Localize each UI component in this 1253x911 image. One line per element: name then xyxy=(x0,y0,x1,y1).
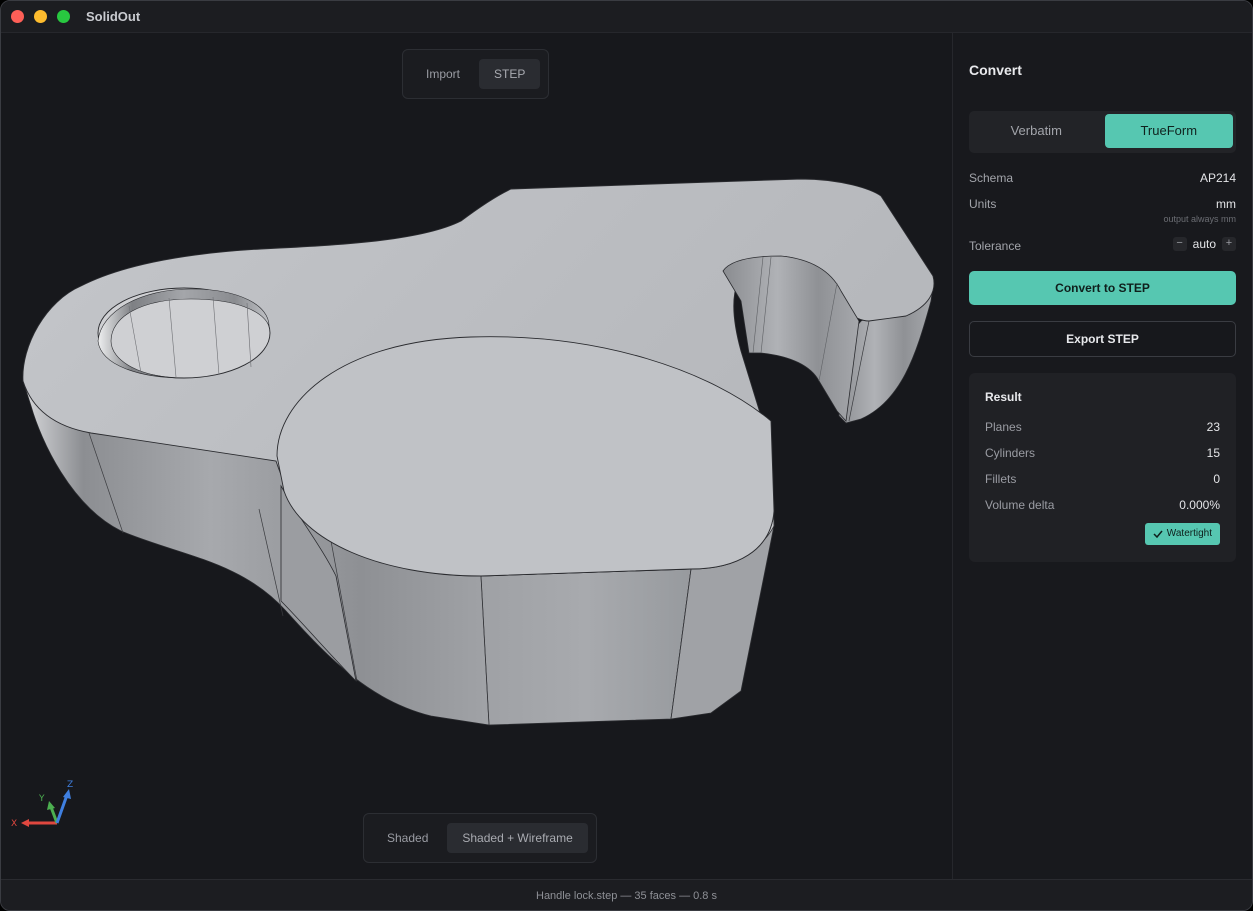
result-row-fillets: Fillets 0 xyxy=(985,472,1220,486)
result-card: Result Planes 23 Cylinders 15 Fillets 0 … xyxy=(969,373,1236,562)
result-row-volume-delta: Volume delta 0.000% xyxy=(985,498,1220,512)
close-window-button[interactable] xyxy=(11,10,24,23)
convert-panel: Convert Verbatim TrueForm Schema AP214 U… xyxy=(952,33,1252,879)
tolerance-value: auto xyxy=(1192,237,1216,251)
units-value[interactable]: mm xyxy=(1216,197,1236,211)
tolerance-decrease-button[interactable]: − xyxy=(1172,237,1187,251)
axis-z-label: Z xyxy=(67,780,73,790)
result-value: 15 xyxy=(1206,446,1220,460)
schema-row: Schema AP214 xyxy=(969,171,1236,187)
view-mode-shaded-wireframe[interactable]: Shaded + Wireframe xyxy=(447,823,588,853)
tolerance-row: Tolerance − auto + xyxy=(969,237,1236,255)
convert-to-step-button[interactable]: Convert to STEP xyxy=(969,271,1236,305)
conversion-mode-toggle: Verbatim TrueForm xyxy=(969,111,1236,153)
maximize-window-button[interactable] xyxy=(57,10,70,23)
tab-step[interactable]: STEP xyxy=(479,59,541,89)
result-title: Result xyxy=(985,390,1022,404)
result-label: Planes xyxy=(985,420,1022,434)
app-window: SolidOut Import STEP Shaded Shaded + Wir… xyxy=(0,0,1253,911)
app-title: SolidOut xyxy=(86,9,141,24)
export-step-button[interactable]: Export STEP xyxy=(969,321,1236,357)
units-hint: output always mm xyxy=(1163,214,1236,224)
result-row-planes: Planes 23 xyxy=(985,420,1220,434)
watertight-label: Watertight xyxy=(1166,528,1212,539)
source-tabs: Import STEP xyxy=(402,49,550,99)
axis-triad-icon: X Y Z xyxy=(11,780,73,829)
3d-viewport[interactable]: Import STEP Shaded Shaded + Wireframe X … xyxy=(1,33,952,879)
panel-title: Convert xyxy=(969,62,1022,78)
schema-label: Schema xyxy=(969,171,1014,185)
watertight-badge: Watertight xyxy=(1144,523,1220,545)
minimize-window-button[interactable] xyxy=(34,10,47,23)
units-label: Units xyxy=(969,197,997,211)
mode-trueform[interactable]: TrueForm xyxy=(1104,114,1233,148)
status-text: Handle lock.step — 35 faces — 0.8 s xyxy=(536,890,717,902)
result-row-cylinders: Cylinders 15 xyxy=(985,446,1220,460)
check-icon xyxy=(1153,530,1163,539)
title-bar: SolidOut xyxy=(1,1,1252,33)
result-value: 0.000% xyxy=(1179,498,1220,512)
result-value: 0 xyxy=(1213,472,1220,486)
tolerance-increase-button[interactable]: + xyxy=(1222,237,1236,251)
tab-import[interactable]: Import xyxy=(411,59,475,89)
result-label: Volume delta xyxy=(985,498,1055,512)
units-row: Units mm output always mm xyxy=(969,197,1236,227)
3d-model[interactable] xyxy=(1,33,952,879)
axis-x-label: X xyxy=(11,819,17,829)
status-bar: Handle lock.step — 35 faces — 0.8 s xyxy=(1,879,1252,910)
result-label: Cylinders xyxy=(985,446,1036,460)
result-value: 23 xyxy=(1206,420,1220,434)
tolerance-label: Tolerance xyxy=(969,239,1022,253)
result-label: Fillets xyxy=(985,472,1017,486)
tolerance-stepper: − auto + xyxy=(1172,237,1236,251)
view-mode-toggle: Shaded Shaded + Wireframe xyxy=(363,813,597,863)
view-mode-shaded[interactable]: Shaded xyxy=(372,823,443,853)
axis-y-label: Y xyxy=(38,794,45,804)
schema-value[interactable]: AP214 xyxy=(1200,171,1236,185)
mode-verbatim[interactable]: Verbatim xyxy=(972,114,1101,148)
